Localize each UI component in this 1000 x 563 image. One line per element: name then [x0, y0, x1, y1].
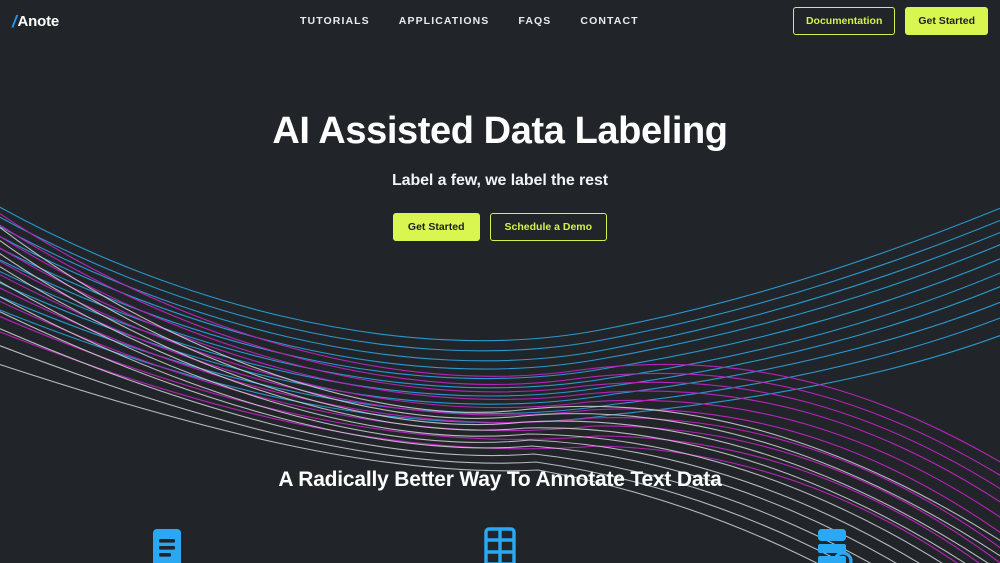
feature-icon-row — [0, 525, 1000, 563]
logo-slash-icon: / — [12, 11, 17, 31]
section-title: A Radically Better Way To Annotate Text … — [278, 468, 722, 491]
logo[interactable]: / Anote — [12, 13, 59, 30]
hero-get-started-button[interactable]: Get Started — [392, 212, 480, 242]
hero-subtitle: Label a few, we label the rest — [391, 171, 609, 189]
header-actions: Documentation Get Started — [792, 6, 988, 36]
hero-section: AI Assisted Data Labeling Label a few, w… — [0, 110, 1000, 242]
documentation-button[interactable]: Documentation — [792, 6, 896, 36]
hero-actions: Get Started Schedule a Demo — [0, 212, 1000, 242]
document-search-icon — [810, 525, 856, 563]
nav-item-applications[interactable]: APPLICATIONS — [399, 15, 519, 27]
nav-item-contact[interactable]: CONTACT — [580, 15, 638, 27]
nav-item-tutorials[interactable]: TUTORIALS — [300, 15, 399, 27]
text-document-icon — [144, 525, 190, 563]
feature-item-text[interactable] — [0, 525, 333, 563]
header-get-started-button[interactable]: Get Started — [905, 6, 988, 36]
main-navigation: TUTORIALS APPLICATIONS FAQS CONTACT — [300, 15, 639, 27]
landing-page: / Anote TUTORIALS APPLICATIONS FAQS CONT… — [0, 0, 1000, 563]
logo-text: Anote — [17, 12, 60, 30]
feature-item-table[interactable] — [333, 525, 666, 563]
table-grid-icon — [477, 525, 523, 563]
features-section: A Radically Better Way To Annotate Text … — [0, 468, 1000, 492]
nav-item-faqs[interactable]: FAQS — [518, 15, 580, 27]
schedule-demo-button[interactable]: Schedule a Demo — [489, 212, 608, 242]
hero-title: AI Assisted Data Labeling — [272, 110, 728, 152]
feature-item-search[interactable] — [667, 525, 1000, 563]
site-header: / Anote TUTORIALS APPLICATIONS FAQS CONT… — [0, 0, 1000, 42]
